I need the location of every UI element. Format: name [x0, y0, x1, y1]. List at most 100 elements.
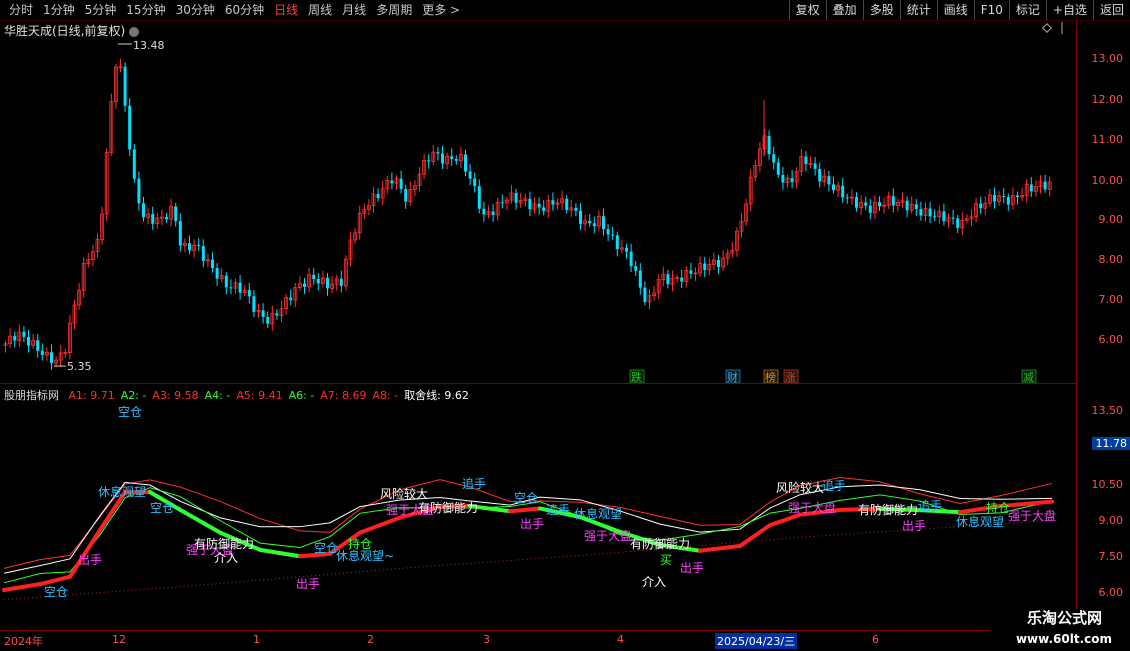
- candle-body: [551, 200, 554, 204]
- candle-body: [680, 278, 683, 282]
- candle-body: [239, 283, 242, 293]
- series-band-segment: [180, 510, 220, 533]
- period-tabs: 分时 1分钟 5分钟 15分钟 30分钟 60分钟 日线 周线 月线 多周期 更…: [4, 2, 465, 18]
- indicator-title[interactable]: 股朋指标网 A1: 9.71A2: -A3: 9.58A4: -A5: 9.41…: [4, 387, 481, 403]
- indicator-chart[interactable]: 空仓出手休息观望空仓强于大盘有防御能力介入出手空仓休息观望~持仓风险较大强于大盘…: [0, 404, 1076, 630]
- event-tag-0: 跌: [631, 370, 642, 383]
- multi-stock-button[interactable]: 多股: [863, 0, 900, 20]
- candle-body: [993, 195, 996, 202]
- mark-button[interactable]: 标记: [1009, 0, 1046, 20]
- candle-body: [593, 223, 596, 226]
- series-band-segment: [360, 518, 400, 533]
- candle-body: [36, 340, 39, 350]
- ind-tick-1050: 10.50: [1092, 478, 1124, 491]
- back-button[interactable]: 返回: [1093, 0, 1130, 20]
- y-tick-7: 7.00: [1099, 293, 1124, 306]
- adjust-button[interactable]: 复权: [789, 0, 826, 20]
- candle-body: [390, 180, 393, 183]
- tab-period-more[interactable]: 更多 >: [417, 2, 465, 18]
- candle-body: [492, 212, 495, 215]
- panel-divider[interactable]: [0, 383, 1076, 384]
- candle-body: [869, 206, 872, 213]
- add-watchlist-button[interactable]: +自选: [1046, 0, 1093, 20]
- candle-body: [27, 337, 30, 346]
- candle-body: [565, 199, 568, 210]
- tab-period-8[interactable]: 月线: [337, 2, 371, 18]
- tab-period-3[interactable]: 15分钟: [121, 2, 170, 18]
- candle-body: [892, 196, 895, 205]
- indicator-values: A1: 9.71A2: -A3: 9.58A4: -A5: 9.41A6: -A…: [69, 389, 475, 402]
- candle-body: [616, 235, 619, 249]
- candle-body: [262, 310, 265, 317]
- tab-period-2[interactable]: 5分钟: [80, 2, 122, 18]
- candle-body: [611, 235, 614, 236]
- more-label: 更多: [422, 3, 446, 17]
- indicator-value-3: A4: -: [205, 389, 231, 402]
- candle-body: [639, 271, 642, 288]
- tab-period-0[interactable]: 分时: [4, 2, 38, 18]
- candle-body: [791, 178, 794, 182]
- event-tag-3: 涨: [785, 371, 796, 383]
- candle-body: [41, 351, 44, 355]
- signal-label-empty: 空仓: [514, 491, 538, 505]
- x-label-6: 6: [872, 633, 879, 646]
- signal-label-chase: 追手: [462, 476, 486, 491]
- series-band-segment: [4, 584, 40, 590]
- candle-body: [266, 317, 269, 324]
- signal-label-hold: 持仓: [986, 500, 1010, 515]
- tab-period-1[interactable]: 1分钟: [38, 2, 80, 18]
- candle-body: [772, 154, 775, 162]
- candle-body: [952, 218, 955, 219]
- watermark-name: 乐淘公式网: [1027, 607, 1102, 628]
- candle-body: [666, 274, 669, 284]
- candle-body: [906, 201, 909, 211]
- candle-body: [781, 175, 784, 183]
- candle-body: [22, 332, 25, 337]
- candle-body: [933, 216, 936, 217]
- candle-body: [436, 152, 439, 153]
- candle-body: [400, 179, 403, 190]
- signal-label-defend: 有防御能力: [418, 500, 478, 515]
- candle-body: [827, 176, 830, 184]
- candle-body: [340, 279, 343, 286]
- diamond-icon: [1043, 24, 1051, 32]
- signal-label-strong: 强于大盘: [1008, 508, 1056, 523]
- event-tag-2: 榜: [765, 370, 776, 383]
- tab-period-9[interactable]: 多周期: [371, 2, 417, 18]
- candle-body: [252, 296, 255, 312]
- indicator-value-2: A3: 9.58: [152, 389, 198, 402]
- candle-body: [216, 268, 219, 279]
- candle-body: [1007, 197, 1010, 205]
- candle-body: [818, 169, 821, 182]
- overlay-button[interactable]: 叠加: [826, 0, 863, 20]
- tab-period-4[interactable]: 30分钟: [171, 2, 220, 18]
- tab-period-7[interactable]: 周线: [303, 2, 337, 18]
- candle-body: [13, 336, 16, 340]
- candle-body: [538, 204, 541, 208]
- signal-label-hold: 持仓: [348, 536, 372, 551]
- toolbar-buttons: 复权 叠加 多股 统计 画线 F10 标记 +自选 返回: [789, 0, 1130, 20]
- statistics-button[interactable]: 统计: [900, 0, 937, 20]
- signal-label-empty: 空仓: [118, 405, 142, 419]
- candle-body: [855, 197, 858, 208]
- signal-label-strong: 强于大盘: [584, 528, 632, 543]
- candle-body: [717, 260, 720, 267]
- tab-period-daily[interactable]: 日线: [269, 2, 303, 18]
- candle-body: [643, 288, 646, 302]
- signal-label-sell: 出手: [296, 577, 320, 591]
- candle-body: [942, 211, 945, 221]
- candle-body: [703, 264, 706, 270]
- candlestick-chart[interactable]: 13.485.35跌财榜涨减: [0, 20, 1076, 383]
- ind-tick-current: 11.78: [1092, 437, 1130, 450]
- candle-body: [482, 209, 485, 215]
- x-label-4: 4: [617, 633, 624, 646]
- tab-period-5[interactable]: 60分钟: [220, 2, 269, 18]
- candle-body: [133, 149, 136, 178]
- series-band-segment: [510, 508, 540, 511]
- candle-body: [211, 260, 214, 268]
- f10-button[interactable]: F10: [974, 0, 1009, 20]
- signal-label-rest: 休息观望: [956, 514, 1004, 529]
- draw-line-button[interactable]: 画线: [937, 0, 974, 20]
- candle-body: [588, 221, 591, 223]
- indicator-value-1: A2: -: [121, 389, 147, 402]
